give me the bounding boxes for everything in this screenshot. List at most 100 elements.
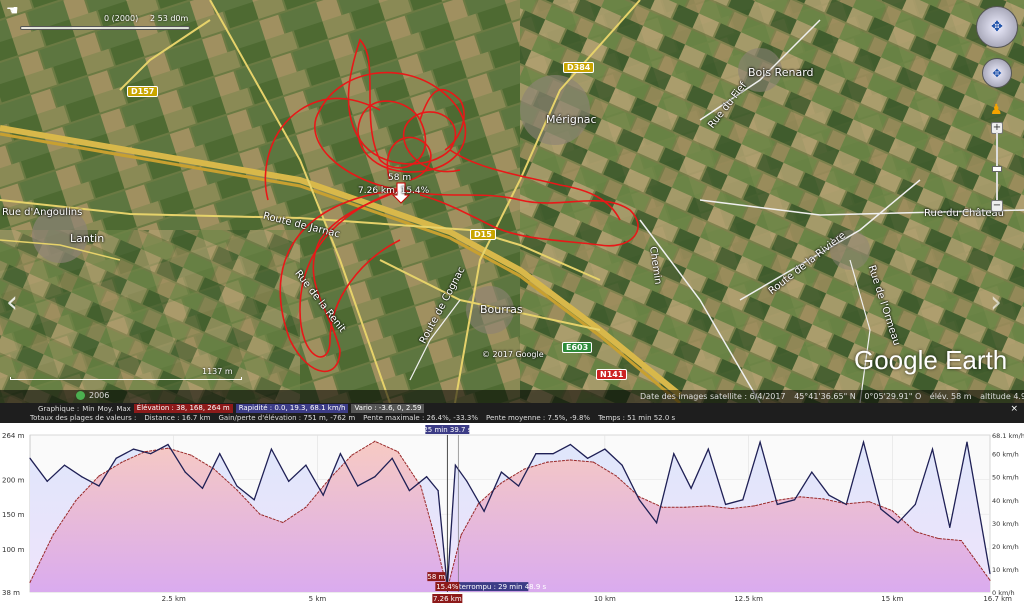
total-time: Temps : 51 min 52.0 s: [598, 414, 676, 422]
elevation-point: [960, 539, 962, 542]
previous-chevron-icon[interactable]: ‹: [6, 285, 30, 321]
elevation-point: [351, 454, 353, 456]
elevation-point: [822, 498, 824, 500]
speed-point: [184, 471, 186, 473]
speed-point: [219, 453, 221, 455]
track-distance-slope-label: 7.26 km, 15.4%: [358, 186, 430, 196]
right-tick-label: 10 km/h: [992, 566, 1019, 574]
speed-point: [483, 510, 485, 512]
elevation-point: [937, 537, 939, 540]
elevation-point: [500, 482, 502, 484]
elevation-speed-chart[interactable]: 264 m 200 m 150 m 100 m 38 m 68.1 km/h 60 km/…: [0, 423, 1024, 604]
graph-label: Graphique :: [38, 404, 80, 413]
move-joystick-icon[interactable]: ✥: [982, 58, 1012, 88]
speed-point: [845, 503, 847, 505]
latitude: 45°41'36.65" N: [794, 392, 856, 401]
chart-svg[interactable]: 264 m 200 m 150 m 100 m 38 m 68.1 km/h 60 km/…: [0, 423, 1024, 604]
town-label-bois-renard: Bois Renard: [748, 66, 814, 79]
zoom-out-icon[interactable]: −: [991, 200, 1003, 212]
elevation-gain-loss: Gain/perte d'élévation : 751 m, -762 m: [218, 414, 356, 422]
elevation-point: [282, 521, 284, 524]
imagery-year: 2006: [89, 391, 110, 400]
cursor-time-badge: 25 min 39.7 s: [423, 426, 471, 434]
speed-point: [914, 503, 916, 505]
elevation-point: [213, 468, 215, 470]
elevation-graph-toggle[interactable]: Élévation : 38, 168, 264 m: [133, 404, 233, 413]
scale-left-text: 0 (2000): [104, 14, 139, 23]
speed-point: [357, 485, 359, 487]
elevation-point: [259, 513, 261, 515]
elevation-point: [29, 581, 31, 583]
speed-point: [587, 457, 589, 459]
min-label: Min: [82, 404, 95, 413]
x-tick-label: 2.5 km: [162, 595, 186, 603]
speed-point: [46, 480, 48, 482]
speed-point: [305, 464, 307, 466]
coordinates-readout: Date des images satellite : 6/4/2017 45°…: [640, 392, 1024, 401]
street-view-pegman-icon[interactable]: ♟: [990, 102, 1004, 118]
speed-point: [552, 453, 554, 455]
elevation-point: [684, 506, 686, 508]
scale-bottom-bar: [10, 377, 242, 380]
elevation-point: [305, 506, 307, 508]
elevation-point: [638, 496, 640, 498]
speed-point: [776, 503, 778, 505]
elevation-profile-panel: Graphique : Min Moy. Max Élévation : 38,…: [0, 403, 1024, 604]
right-tick-label: 60 km/h: [992, 451, 1019, 459]
zoom-slider-handle[interactable]: [992, 166, 1002, 172]
road-shield-d384: D384: [563, 62, 595, 73]
look-around-compass-icon[interactable]: ✥: [976, 6, 1018, 48]
max-label: Max: [116, 404, 131, 413]
google-earth-window: ☚ 0 (2000) 2 53 d0m Lantin Mérignac Bois…: [0, 0, 1024, 604]
road-shield-n141: N141: [596, 369, 628, 380]
track-elevation-label: 58 m: [388, 173, 412, 183]
elevation-point: [397, 451, 399, 453]
speed-point: [374, 476, 376, 478]
vario-graph-toggle[interactable]: Vario : -3.6, 0, 2.59: [351, 404, 425, 413]
speed-point: [29, 457, 31, 459]
totals-label: Totaux des plages de valeurs :: [30, 414, 137, 422]
elevation-point: [891, 510, 893, 512]
speed-point: [793, 499, 796, 501]
speed-point: [828, 494, 830, 496]
speed-point: [454, 464, 456, 466]
road-shield-d15: D15: [470, 229, 496, 240]
street-label-rue-angoulins: Rue d'Angoulins: [2, 207, 83, 218]
elevation-point: [569, 459, 571, 461]
satellite-map-view[interactable]: ☚ 0 (2000) 2 53 d0m Lantin Mérignac Bois…: [0, 0, 1024, 403]
speed-point: [391, 457, 393, 459]
historical-imagery-control[interactable]: 2006: [76, 391, 109, 400]
speed-point: [201, 487, 204, 489]
elevation-point: [868, 501, 870, 503]
x-tick-label: 10 km: [594, 595, 616, 603]
elevation-point: [236, 489, 238, 491]
speed-point: [437, 489, 439, 492]
satellite-imagery: [0, 0, 1024, 403]
speed-graph-toggle[interactable]: Rapidité : 0.0, 19.3, 68.1 km/h: [235, 404, 349, 413]
close-profile-icon[interactable]: ×: [1010, 404, 1018, 414]
elevation-point: [523, 468, 525, 470]
elevation-point: [431, 527, 433, 529]
speed-point: [466, 480, 468, 482]
elevation-point: [914, 530, 916, 533]
right-tick-label: 68.1 km/h: [992, 432, 1024, 440]
next-chevron-icon[interactable]: ›: [990, 285, 1014, 321]
speed-point: [621, 464, 623, 466]
globe-icon: [76, 391, 85, 400]
left-tick-label: 200 m: [2, 476, 25, 484]
elevation-point: [546, 461, 548, 463]
right-tick-label: 50 km/h: [992, 474, 1019, 482]
speed-point: [569, 443, 571, 446]
speed-point: [98, 485, 100, 487]
x-tick-label: 12.5 km: [734, 595, 763, 603]
speed-point: [518, 485, 520, 487]
speed-point: [167, 443, 169, 446]
elevation-point: [52, 534, 54, 536]
elevation-point: [460, 534, 462, 536]
elevation-point: [98, 475, 100, 477]
zoom-slider[interactable]: + −: [991, 122, 1003, 212]
longitude: 0°05'29.91" O: [864, 392, 922, 401]
imagery-date: Date des images satellite : 6/4/2017: [640, 392, 786, 401]
right-tick-label: 30 km/h: [992, 520, 1019, 528]
speed-point: [949, 526, 951, 529]
